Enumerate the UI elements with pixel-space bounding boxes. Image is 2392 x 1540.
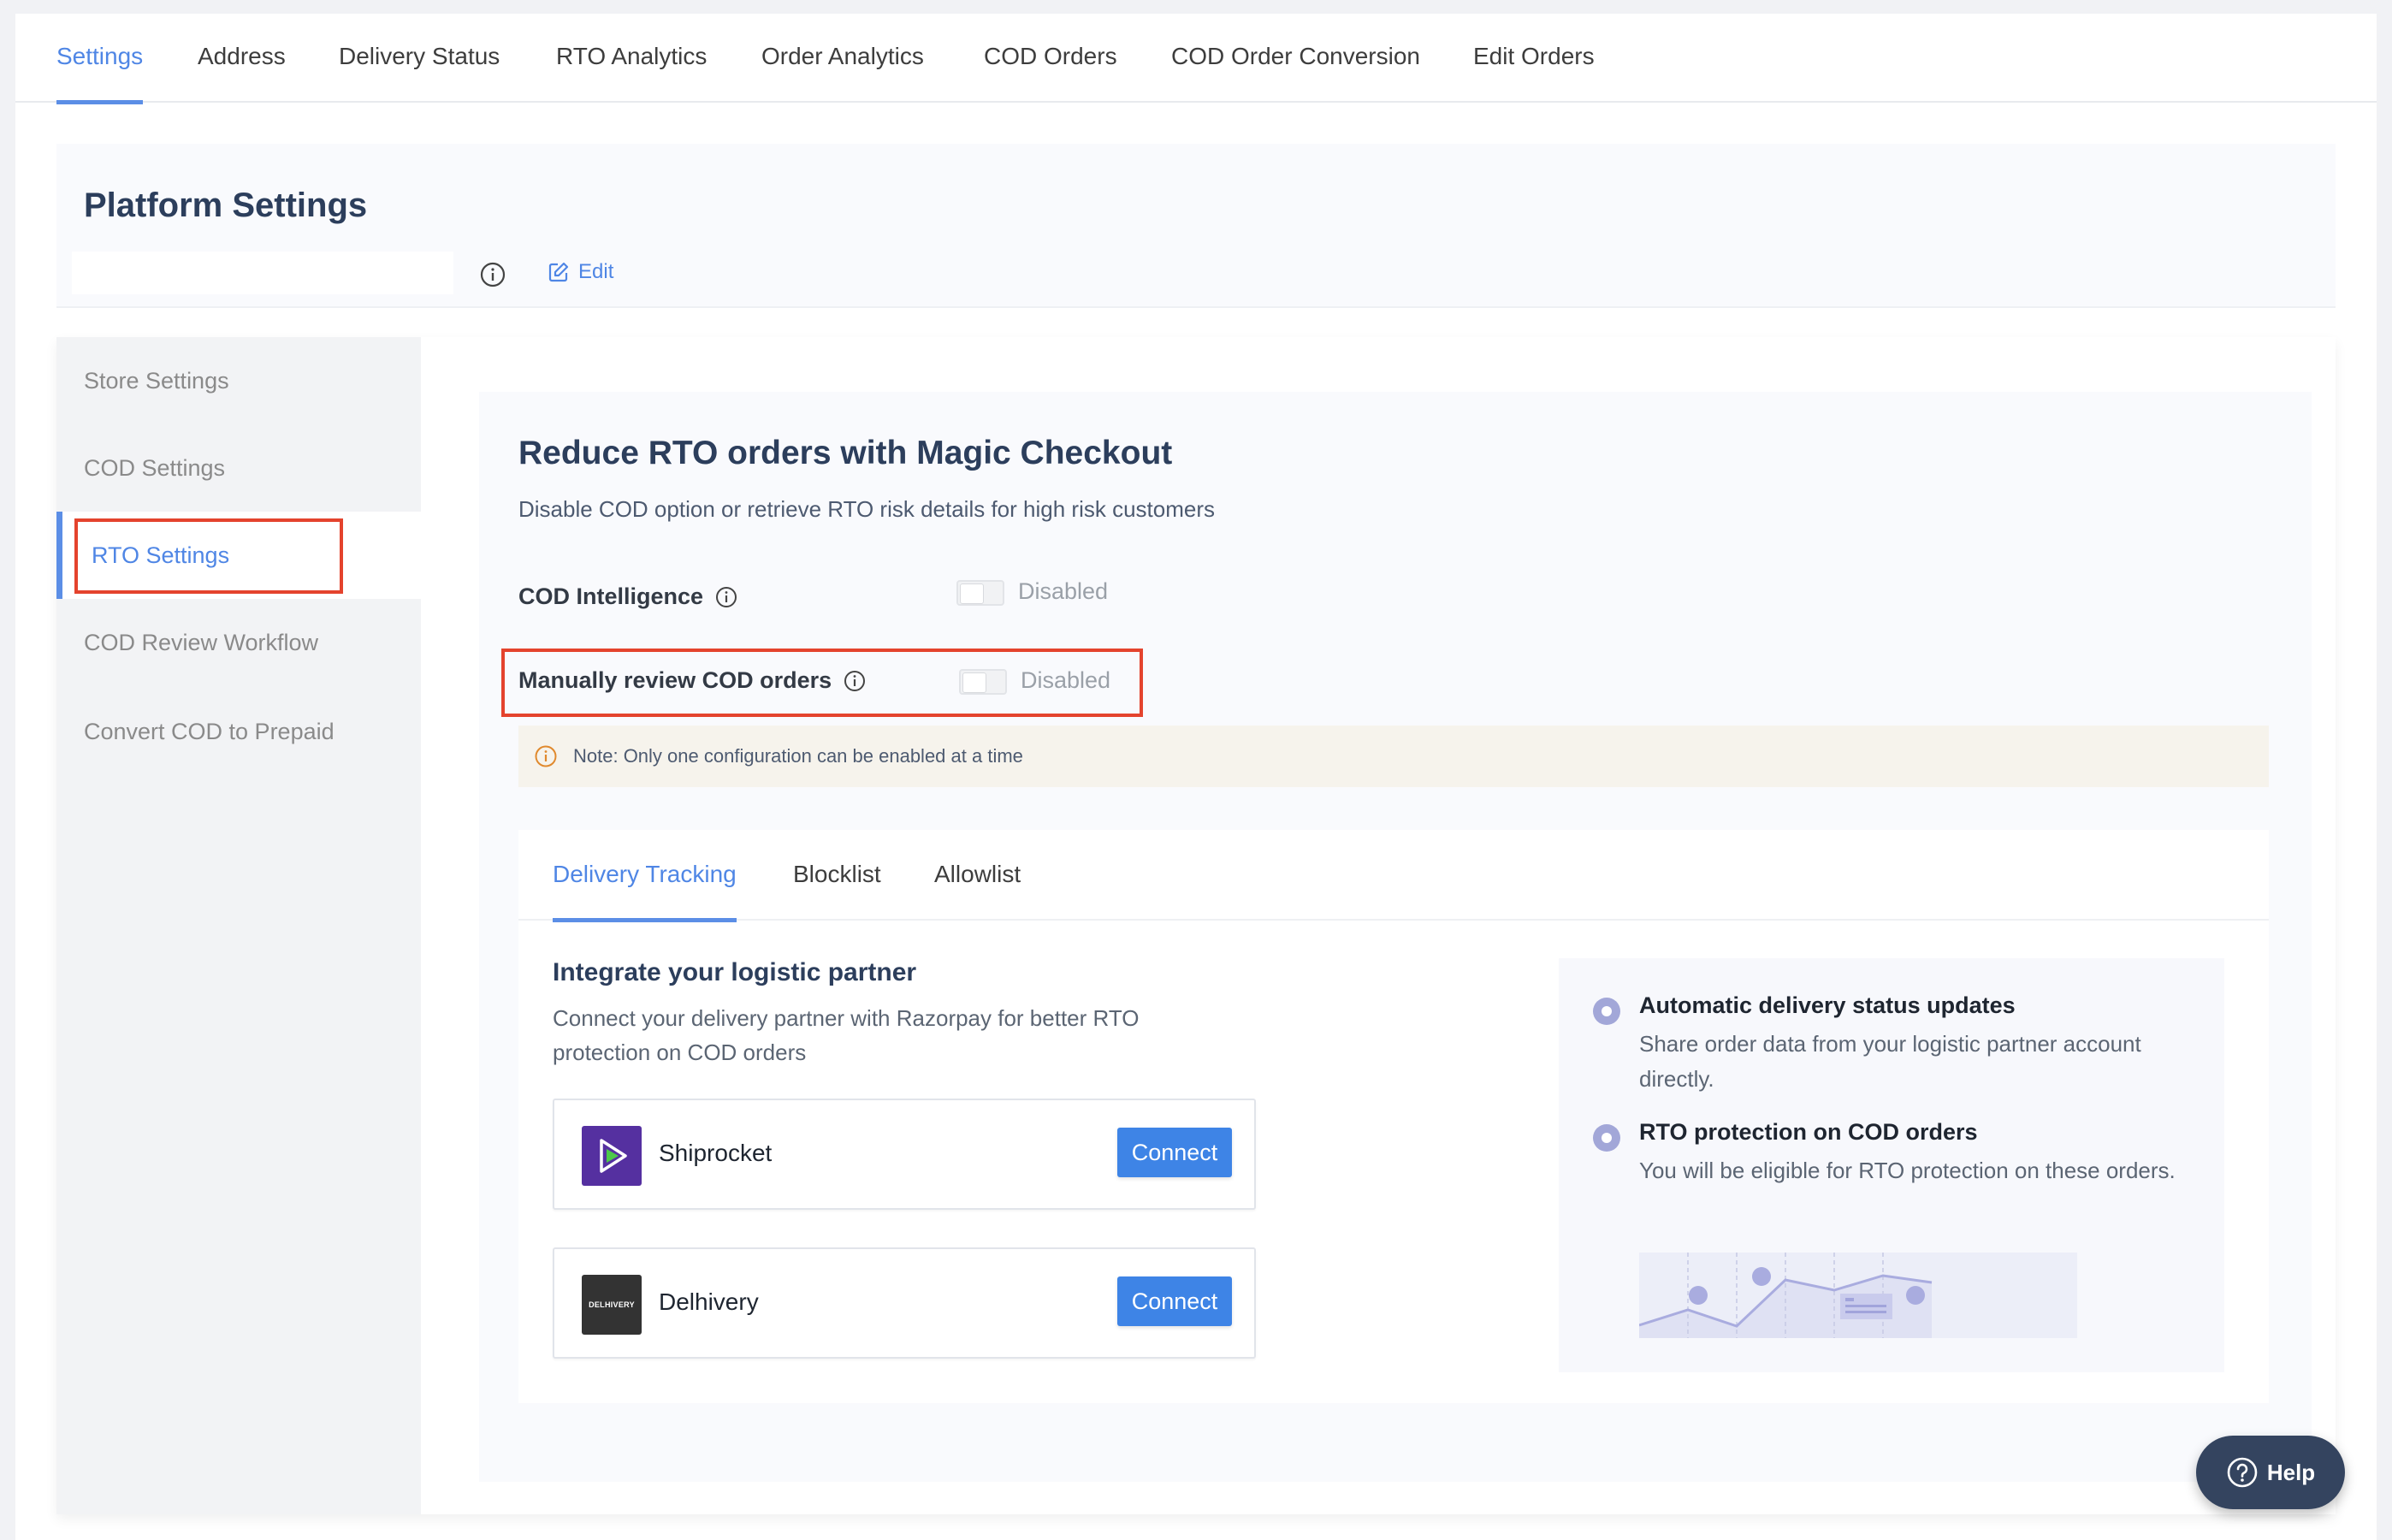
sidebar-item-rto-settings[interactable]: RTO Settings — [56, 512, 421, 599]
app-frame: Settings Address Delivery Status RTO Ana… — [15, 14, 2377, 1540]
manual-review-toggle[interactable] — [959, 669, 1007, 695]
delhivery-logo-text: DELHIVERY — [589, 1300, 635, 1309]
info-icon[interactable] — [715, 586, 737, 608]
delivery-tabs-card: Delivery Tracking Blocklist Allowlist In… — [518, 830, 2269, 1403]
benefits-panel: Automatic delivery status updates Share … — [1559, 958, 2224, 1372]
bullet-icon — [1593, 998, 1620, 1025]
rto-heading: Reduce RTO orders with Magic Checkout — [518, 435, 1173, 471]
shiprocket-play-icon — [600, 1139, 627, 1173]
cod-intelligence-toggle[interactable] — [956, 580, 1004, 606]
toggle-status: Disabled — [1021, 667, 1111, 693]
integration-description: Connect your delivery partner with Razor… — [553, 1005, 1140, 1065]
rto-subheading: Disable COD option or retrieve RTO risk … — [518, 496, 1215, 522]
shiprocket-logo — [582, 1126, 642, 1186]
help-button[interactable]: Help — [2196, 1436, 2345, 1509]
sidebar-item-store-settings[interactable]: Store Settings — [56, 337, 421, 424]
integration-title: Integrate your logistic partner — [553, 958, 917, 986]
tab-cod-order-conversion[interactable]: COD Order Conversion — [1171, 43, 1420, 103]
benefit-description: You will be eligible for RTO protection … — [1639, 1158, 2176, 1183]
rto-settings-panel: Reduce RTO orders with Magic Checkout Di… — [479, 392, 2312, 1482]
setting-label: Manually review COD orders — [518, 667, 832, 693]
benefit-title: Automatic delivery status updates — [1639, 992, 2016, 1018]
note-banner: Note: Only one configuration can be enab… — [518, 726, 2269, 787]
sub-tabs: Delivery Tracking Blocklist Allowlist — [518, 830, 2269, 922]
edit-label: Edit — [578, 260, 614, 283]
tab-rto-analytics[interactable]: RTO Analytics — [556, 43, 707, 103]
settings-card: Store Settings COD Settings RTO Settings… — [56, 337, 2336, 1514]
setting-manual-review: Manually review COD orders — [518, 667, 866, 694]
tab-settings[interactable]: Settings — [56, 43, 144, 104]
connect-delhivery-button[interactable]: Connect — [1117, 1276, 1232, 1326]
platform-field — [72, 252, 453, 294]
setting-cod-intelligence: COD Intelligence — [518, 583, 737, 610]
benefit-title: RTO protection on COD orders — [1639, 1119, 1978, 1145]
page-title: Platform Settings — [84, 187, 368, 224]
warning-info-icon — [535, 745, 557, 767]
note-text: Note: Only one configuration can be enab… — [573, 745, 1023, 767]
partner-card-shiprocket: Shiprocket Connect — [553, 1099, 1256, 1210]
benefit-description: Share order data from your logistic part… — [1639, 1031, 2141, 1092]
connect-shiprocket-button[interactable]: Connect — [1117, 1128, 1232, 1177]
edit-button[interactable]: Edit — [548, 260, 613, 284]
platform-settings-panel: Platform Settings Edit — [56, 144, 2336, 308]
tab-allowlist[interactable]: Allowlist — [934, 861, 1021, 921]
partner-card-delhivery: DELHIVERY Delhivery Connect — [553, 1247, 1256, 1359]
top-nav: Settings Address Delivery Status RTO Ana… — [15, 14, 2377, 104]
tab-edit-orders[interactable]: Edit Orders — [1473, 43, 1595, 103]
edit-icon — [548, 262, 569, 282]
tab-blocklist[interactable]: Blocklist — [793, 861, 881, 921]
info-icon[interactable] — [844, 670, 866, 692]
partner-name: Shiprocket — [659, 1140, 773, 1166]
sidebar: Store Settings COD Settings RTO Settings… — [56, 337, 421, 1514]
tab-delivery-tracking[interactable]: Delivery Tracking — [553, 861, 737, 922]
chart-illustration — [1639, 1253, 2077, 1338]
sidebar-item-convert-cod-to-prepaid[interactable]: Convert COD to Prepaid — [56, 688, 421, 775]
help-icon — [2227, 1457, 2258, 1488]
toggle-status: Disabled — [1018, 578, 1109, 604]
delhivery-logo: DELHIVERY — [582, 1275, 642, 1335]
bullet-icon — [1593, 1124, 1620, 1152]
info-icon[interactable] — [480, 262, 506, 287]
partner-name: Delhivery — [659, 1288, 759, 1315]
tab-order-analytics[interactable]: Order Analytics — [761, 43, 924, 103]
setting-label: COD Intelligence — [518, 583, 704, 609]
tab-cod-orders[interactable]: COD Orders — [984, 43, 1117, 103]
tab-address[interactable]: Address — [198, 43, 286, 103]
sidebar-item-cod-settings[interactable]: COD Settings — [56, 424, 421, 512]
sidebar-item-cod-review-workflow[interactable]: COD Review Workflow — [56, 599, 421, 686]
tab-delivery-status[interactable]: Delivery Status — [339, 43, 500, 103]
help-label: Help — [2266, 1459, 2316, 1485]
